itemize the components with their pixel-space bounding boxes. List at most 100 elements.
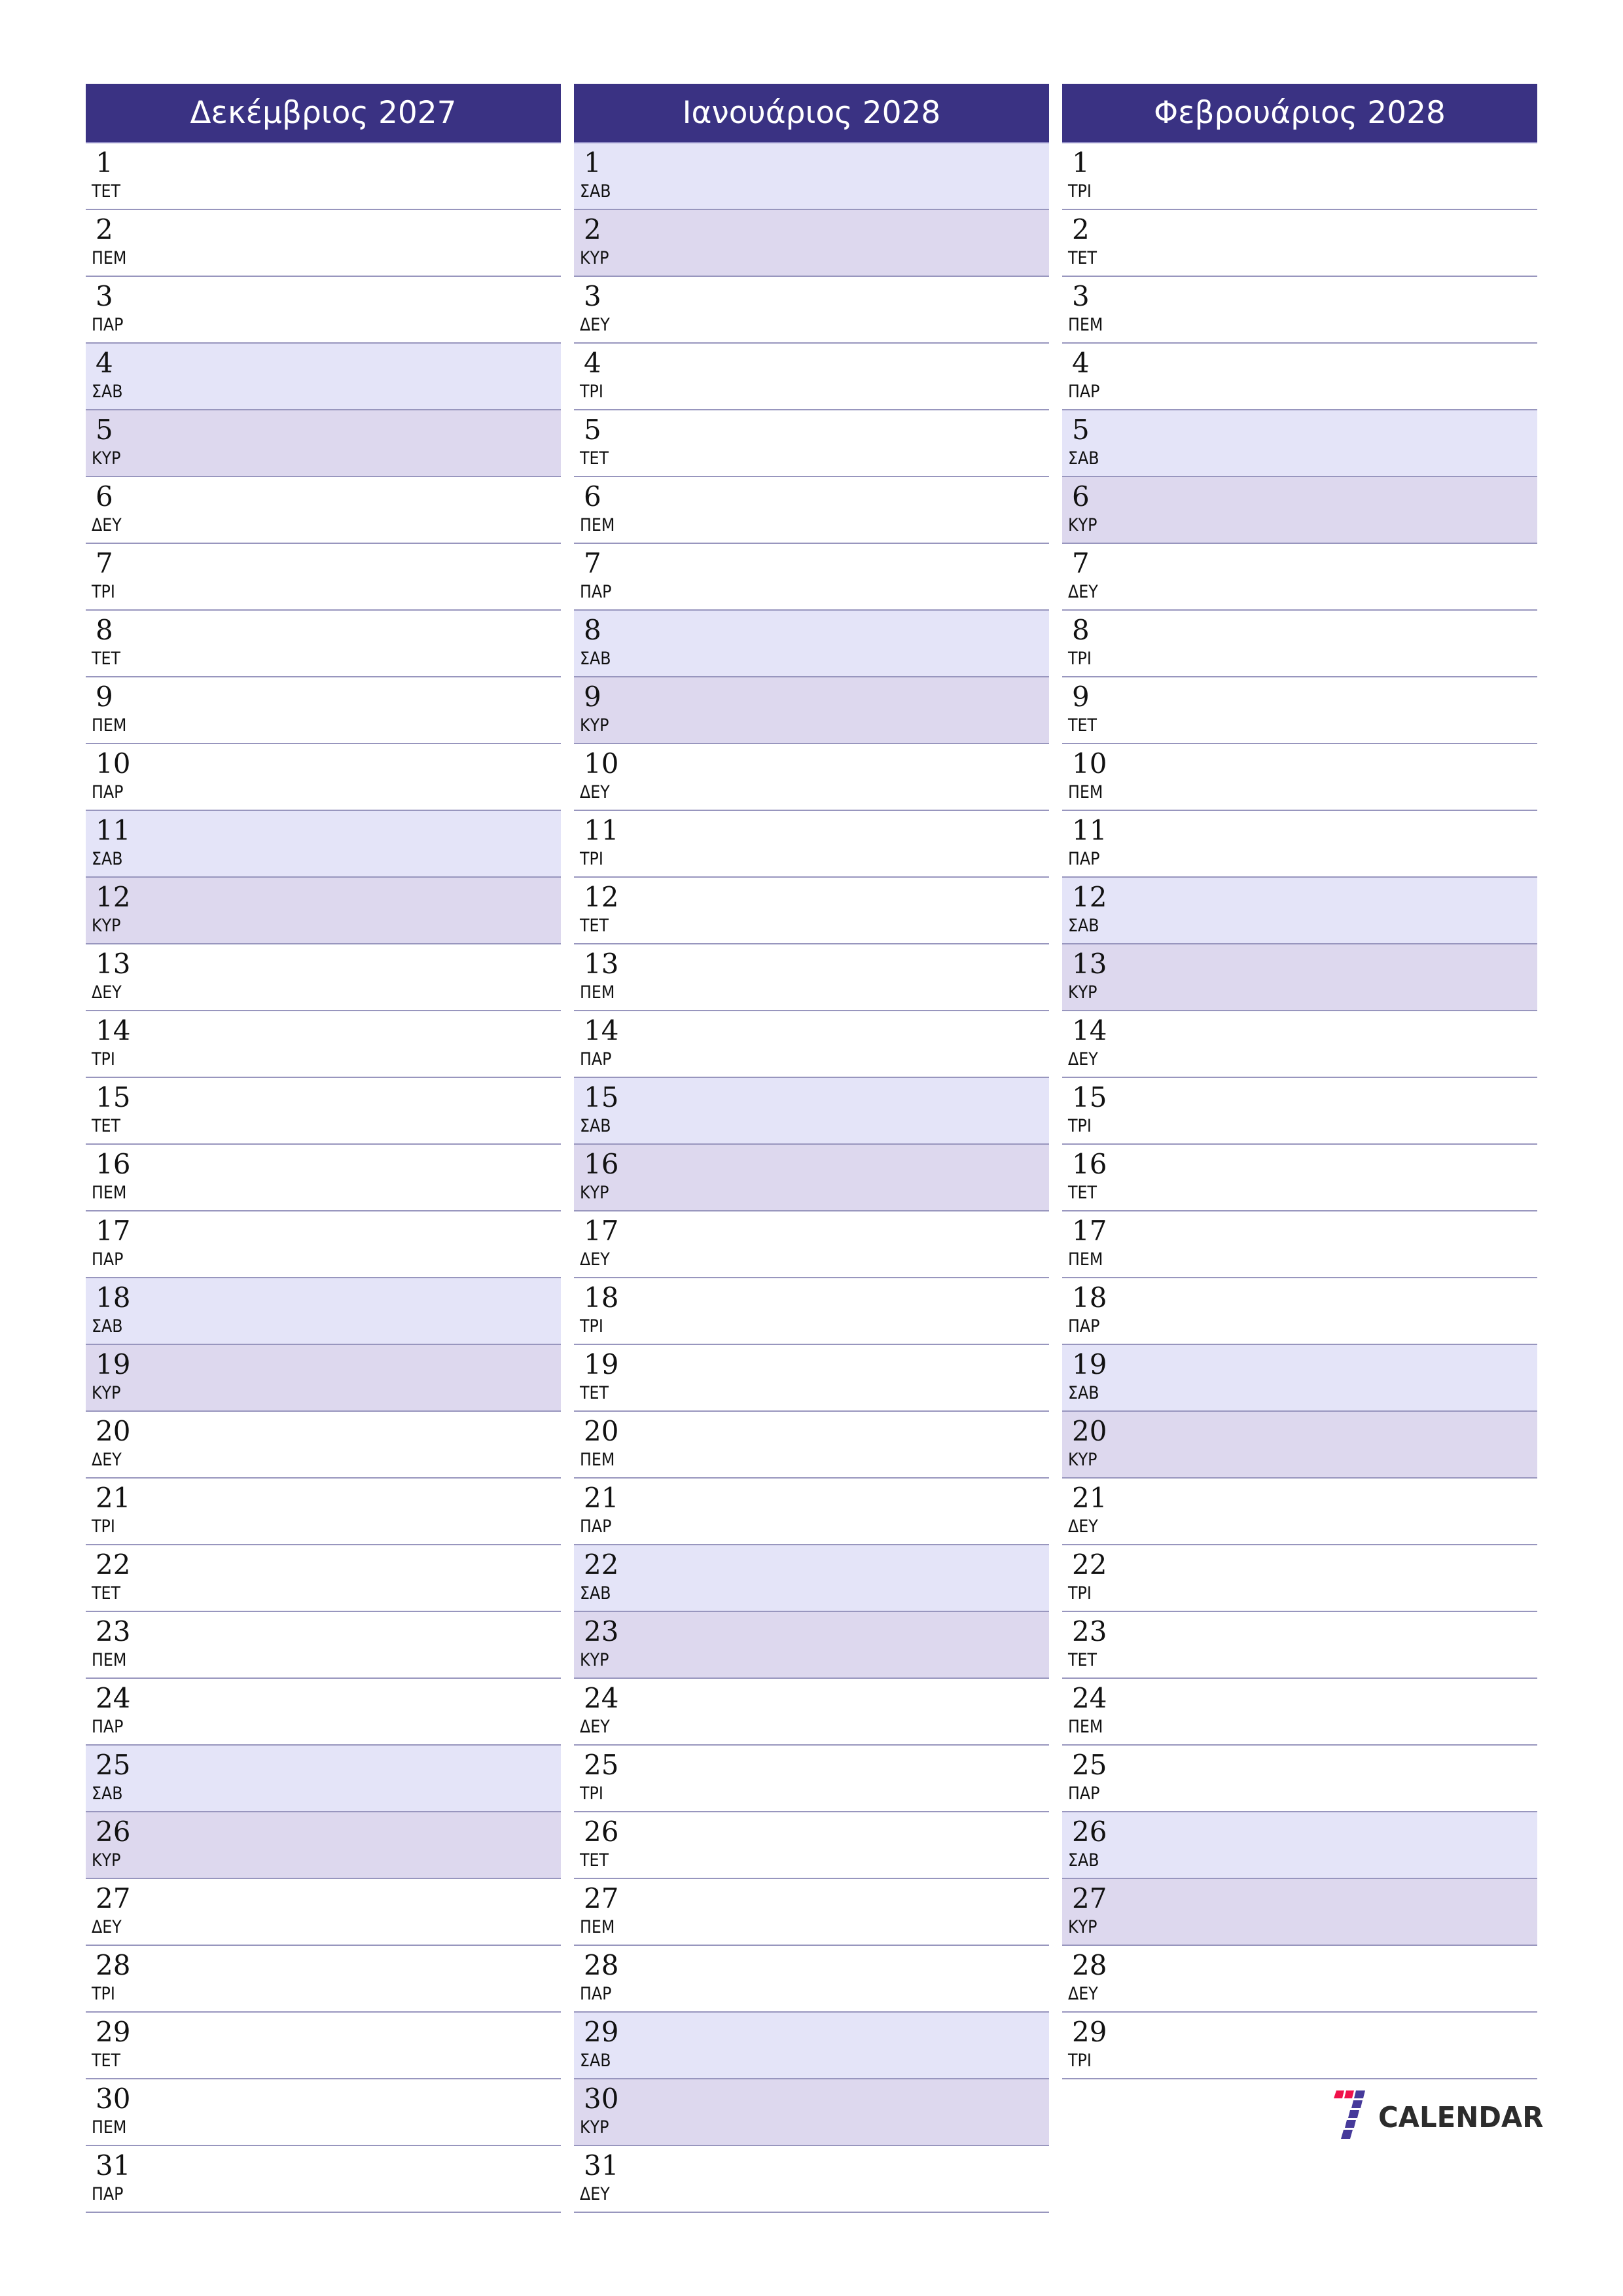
day-number: 3: [1072, 280, 1090, 312]
day-row: 8 ΤΡΙ: [1062, 611, 1537, 677]
day-number: 14: [1072, 1014, 1107, 1047]
day-row: 12 ΚΥΡ: [86, 878, 561, 944]
day-number: 25: [1072, 1749, 1107, 1781]
brand-logo: CALENDAR: [1332, 2090, 1543, 2144]
weekday-label: ΚΥΡ: [1068, 515, 1097, 535]
day-row: 14 ΠΑΡ: [574, 1011, 1049, 1078]
day-number: 26: [584, 1816, 619, 1848]
weekday-label: ΔΕΥ: [580, 2184, 610, 2204]
day-number: 3: [96, 280, 113, 312]
weekday-label: ΠΑΡ: [92, 1249, 124, 1270]
day-number: 6: [96, 480, 113, 512]
day-row: 2 ΚΥΡ: [574, 210, 1049, 277]
day-number: 18: [1072, 1282, 1107, 1314]
day-row: 10 ΠΑΡ: [86, 744, 561, 811]
day-number: 4: [1072, 347, 1090, 379]
weekday-label: ΠΑΡ: [92, 2184, 124, 2204]
day-row: 2 ΤΕΤ: [1062, 210, 1537, 277]
day-row: 26 ΣΑΒ: [1062, 1812, 1537, 1879]
day-number: 20: [1072, 1415, 1107, 1447]
weekday-label: ΚΥΡ: [580, 1183, 609, 1203]
day-number: 8: [1072, 614, 1090, 646]
weekday-label: ΠΕΜ: [92, 2117, 127, 2138]
day-row: 17 ΔΕΥ: [574, 1211, 1049, 1278]
day-row: 24 ΠΕΜ: [1062, 1679, 1537, 1746]
day-number: 5: [1072, 414, 1090, 446]
day-number: 2: [96, 213, 113, 245]
weekday-label: ΠΑΡ: [580, 582, 612, 602]
day-row: 6 ΠΕΜ: [574, 477, 1049, 544]
day-row: 13 ΔΕΥ: [86, 944, 561, 1011]
weekday-label: ΤΡΙ: [580, 382, 603, 402]
day-number: 14: [96, 1014, 131, 1047]
day-row: 11 ΠΑΡ: [1062, 811, 1537, 878]
day-row: 21 ΤΡΙ: [86, 1479, 561, 1545]
day-row: 29 ΣΑΒ: [574, 2013, 1049, 2079]
day-row: 4 ΠΑΡ: [1062, 344, 1537, 410]
weekday-label: ΤΕΤ: [580, 1383, 609, 1403]
day-number: 1: [1072, 147, 1090, 179]
day-row: 27 ΠΕΜ: [574, 1879, 1049, 1946]
day-row: 16 ΠΕΜ: [86, 1145, 561, 1211]
day-row: 26 ΤΕΤ: [574, 1812, 1049, 1879]
weekday-label: ΚΥΡ: [92, 448, 121, 469]
day-row: 30 ΠΕΜ: [86, 2079, 561, 2146]
day-row: 17 ΠΑΡ: [86, 1211, 561, 1278]
weekday-label: ΠΕΜ: [580, 1917, 615, 1937]
day-row: 27 ΚΥΡ: [1062, 1879, 1537, 1946]
day-row: 7 ΠΑΡ: [574, 544, 1049, 611]
day-number: 10: [1072, 747, 1107, 780]
weekday-label: ΚΥΡ: [580, 2117, 609, 2138]
day-row: 21 ΔΕΥ: [1062, 1479, 1537, 1545]
day-row: 22 ΤΡΙ: [1062, 1545, 1537, 1612]
day-number: 24: [1072, 1682, 1107, 1714]
day-number: 19: [1072, 1348, 1107, 1380]
day-row: 8 ΤΕΤ: [86, 611, 561, 677]
weekday-label: ΠΕΜ: [1068, 782, 1103, 802]
day-number: 20: [584, 1415, 619, 1447]
day-number: 5: [96, 414, 113, 446]
weekday-label: ΣΑΒ: [92, 1784, 123, 1804]
weekday-label: ΣΑΒ: [580, 2051, 611, 2071]
weekday-label: ΤΕΤ: [580, 1850, 609, 1871]
weekday-label: ΣΑΒ: [580, 181, 611, 202]
day-row: 11 ΤΡΙ: [574, 811, 1049, 878]
day-row: 15 ΣΑΒ: [574, 1078, 1049, 1145]
weekday-label: ΤΡΙ: [92, 582, 115, 602]
weekday-label: ΠΑΡ: [1068, 1316, 1100, 1336]
day-row: 24 ΠΑΡ: [86, 1679, 561, 1746]
day-row: 22 ΣΑΒ: [574, 1545, 1049, 1612]
weekday-label: ΠΑΡ: [1068, 849, 1100, 869]
month-header: Δεκέμβριος 2027: [86, 84, 561, 143]
weekday-label: ΠΕΜ: [1068, 1249, 1103, 1270]
day-row: 12 ΤΕΤ: [574, 878, 1049, 944]
weekday-label: ΠΕΜ: [92, 715, 127, 736]
weekday-label: ΚΥΡ: [92, 1383, 121, 1403]
weekday-label: ΠΕΜ: [92, 248, 127, 268]
day-row: 7 ΔΕΥ: [1062, 544, 1537, 611]
weekday-label: ΤΡΙ: [1068, 1583, 1092, 1604]
weekday-label: ΤΡΙ: [1068, 649, 1092, 669]
day-row: 29 ΤΕΤ: [86, 2013, 561, 2079]
weekday-label: ΔΕΥ: [1068, 582, 1098, 602]
day-row: 11 ΣΑΒ: [86, 811, 561, 878]
day-number: 22: [584, 1549, 619, 1581]
day-number: 10: [584, 747, 619, 780]
day-number: 29: [96, 2016, 131, 2048]
weekday-label: ΠΑΡ: [580, 1516, 612, 1537]
day-row: 9 ΠΕΜ: [86, 677, 561, 744]
weekday-label: ΔΕΥ: [580, 1717, 610, 1737]
weekday-label: ΚΥΡ: [1068, 982, 1097, 1003]
day-number: 11: [96, 814, 131, 846]
weekday-label: ΚΥΡ: [1068, 1917, 1097, 1937]
day-number: 6: [1072, 480, 1090, 512]
month-column-february-2028: Φεβρουάριος 2028 1 ΤΡΙ 2 ΤΕΤ 3 ΠΕΜ 4 ΠΑΡ 5 ΣΑΒ 6 ΚΥ…: [1062, 84, 1537, 2079]
day-row: 15 ΤΕΤ: [86, 1078, 561, 1145]
day-number: 9: [584, 681, 601, 713]
day-number: 28: [584, 1949, 619, 1981]
day-row: 5 ΣΑΒ: [1062, 410, 1537, 477]
weekday-label: ΔΕΥ: [92, 982, 122, 1003]
day-row: 1 ΤΡΙ: [1062, 143, 1537, 210]
weekday-label: ΤΡΙ: [1068, 181, 1092, 202]
day-row: 20 ΠΕΜ: [574, 1412, 1049, 1479]
